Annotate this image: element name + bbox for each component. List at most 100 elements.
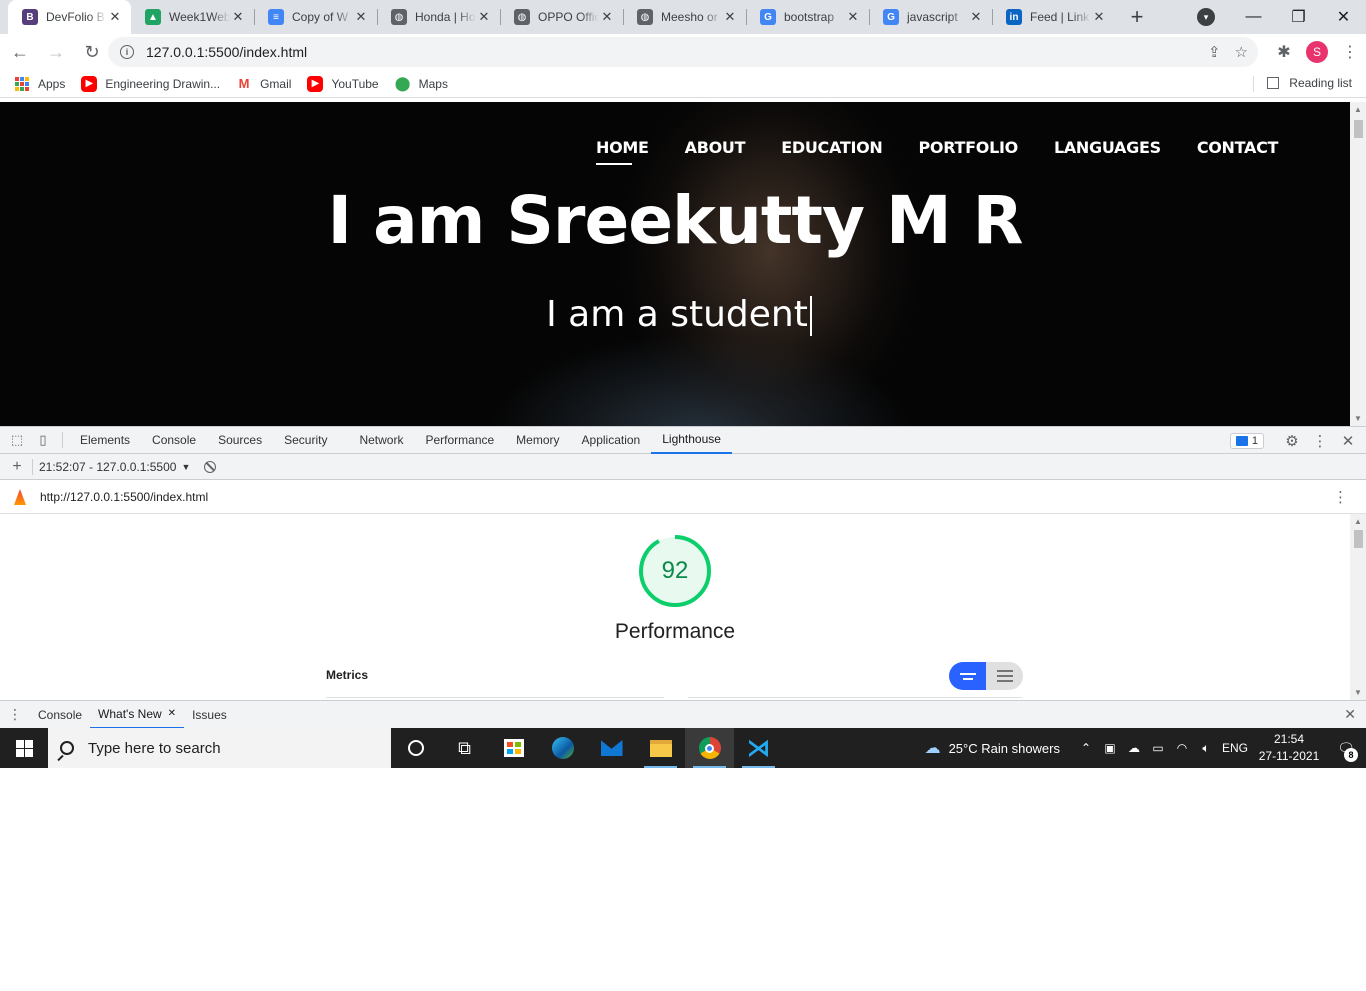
close-tab-icon[interactable]: ✕	[230, 9, 246, 25]
report-url[interactable]: http://127.0.0.1:5500/index.html	[40, 490, 208, 504]
scroll-thumb[interactable]	[1354, 530, 1363, 548]
edge-icon[interactable]	[538, 728, 587, 768]
onedrive-icon[interactable]: ☁	[1122, 741, 1146, 755]
task-view-icon[interactable]: ⧉	[440, 728, 489, 768]
drawer-tab-console[interactable]: Console	[30, 701, 90, 729]
new-report-icon[interactable]: +	[4, 453, 30, 481]
bookmark-apps[interactable]: Apps	[14, 76, 65, 92]
scroll-thumb[interactable]	[1354, 120, 1363, 138]
inspect-element-icon[interactable]: ⬚	[4, 426, 30, 454]
weather-widget[interactable]: ☁ 25°C Rain showers	[925, 738, 1060, 758]
bookmark-star-icon[interactable]: ☆	[1235, 43, 1248, 61]
browser-tab[interactable]: ▲ Week1Web ✕	[131, 0, 254, 34]
devtools-tab-performance[interactable]: Performance	[414, 426, 505, 454]
close-drawer-icon[interactable]: ✕	[1344, 706, 1356, 723]
bookmark-maps[interactable]: ⬤ Maps	[395, 75, 448, 92]
cortana-icon[interactable]	[391, 728, 440, 768]
nav-link-portfolio[interactable]: PORTFOLIO	[919, 138, 1019, 157]
devtools-tab-network[interactable]: Network	[348, 426, 414, 454]
extensions-icon[interactable]: ✱	[1268, 42, 1300, 62]
address-bar[interactable]: i 127.0.0.1:5500/index.html ⇪ ☆	[108, 37, 1258, 67]
browser-menu-icon[interactable]: ⋮	[1334, 42, 1366, 62]
devtools-tab-console[interactable]: Console	[141, 426, 207, 454]
issues-badge[interactable]: 1	[1229, 433, 1264, 449]
browser-tab[interactable]: ◍ OPPO Offic ✕	[500, 0, 623, 34]
page-scrollbar[interactable]: ▲ ▼	[1350, 102, 1366, 426]
close-tab-icon[interactable]: ✕	[107, 9, 123, 25]
devtools-tab-application[interactable]: Application	[571, 426, 652, 454]
close-tab-icon[interactable]: ✕	[968, 9, 984, 25]
file-explorer-icon[interactable]	[636, 728, 685, 768]
scroll-down-icon[interactable]: ▼	[1354, 688, 1362, 697]
browser-tab[interactable]: ◍ Meesho or ✕	[623, 0, 746, 34]
bookmark-gmail[interactable]: M Gmail	[236, 76, 292, 92]
expanded-view-icon[interactable]	[986, 662, 1023, 690]
nav-link-contact[interactable]: CONTACT	[1197, 138, 1279, 157]
taskbar-search[interactable]: Type here to search	[48, 728, 391, 768]
close-tab-icon[interactable]: ✕	[845, 9, 861, 25]
close-tab-icon[interactable]: ✕	[476, 9, 492, 25]
close-tab-icon[interactable]: ✕	[168, 708, 176, 719]
site-info-icon[interactable]: i	[120, 45, 134, 59]
scroll-up-icon[interactable]: ▲	[1354, 105, 1362, 114]
forward-icon[interactable]: →	[40, 36, 72, 68]
minimize-icon[interactable]: —	[1231, 8, 1276, 26]
drawer-menu-icon[interactable]: ⋮	[0, 706, 30, 723]
chevron-up-icon[interactable]: ⌃	[1074, 741, 1098, 755]
close-tab-icon[interactable]: ✕	[599, 9, 615, 25]
devtools-menu-icon[interactable]: ⋮	[1306, 432, 1334, 450]
devtools-tab-memory[interactable]: Memory	[505, 426, 570, 454]
battery-icon[interactable]: ▭	[1146, 741, 1170, 755]
nav-link-languages[interactable]: LANGUAGES	[1054, 138, 1161, 157]
tab-search-icon[interactable]: ▾	[1197, 8, 1215, 26]
browser-tab[interactable]: Gjavascript ✕	[869, 0, 992, 34]
settings-gear-icon[interactable]: ⚙	[1278, 432, 1306, 450]
reload-icon[interactable]: ↻	[76, 36, 108, 68]
report-scrollbar[interactable]: ▲ ▼	[1350, 514, 1366, 700]
drawer-tab-what-s-new[interactable]: What's New ✕	[90, 701, 185, 729]
wifi-icon[interactable]: ◠	[1170, 741, 1194, 755]
report-select[interactable]: 21:52:07 - 127.0.0.1:5500 ▼	[39, 460, 190, 474]
scroll-up-icon[interactable]: ▲	[1354, 517, 1362, 526]
browser-tab[interactable]: Gbootstrap ✕	[746, 0, 869, 34]
language-indicator[interactable]: ENG	[1218, 741, 1252, 755]
bookmark-youtube[interactable]: ▶ YouTube	[307, 75, 379, 92]
drawer-tab-issues[interactable]: Issues	[184, 701, 235, 729]
browser-tab[interactable]: B DevFolio B ✕	[8, 0, 131, 34]
close-tab-icon[interactable]: ✕	[353, 9, 369, 25]
new-tab-button[interactable]: +	[1119, 0, 1155, 34]
profile-avatar[interactable]: S	[1306, 41, 1328, 63]
close-window-icon[interactable]: ✕	[1321, 7, 1366, 27]
close-devtools-icon[interactable]: ✕	[1334, 432, 1362, 450]
bookmark-engineering-drawing[interactable]: ▶ Engineering Drawin...	[81, 75, 220, 92]
close-tab-icon[interactable]: ✕	[722, 9, 738, 25]
devtools-tab-elements[interactable]: Elements	[69, 426, 141, 454]
nav-link-education[interactable]: EDUCATION	[781, 138, 883, 157]
browser-tab[interactable]: ≡ Copy of W ✕	[254, 0, 377, 34]
start-button[interactable]	[0, 728, 48, 768]
notification-center-icon[interactable]: 🗨︎ 8	[1326, 728, 1366, 768]
report-menu-icon[interactable]: ⋮	[1333, 488, 1348, 506]
metrics-view-toggle[interactable]	[949, 662, 1023, 690]
scroll-down-icon[interactable]: ▼	[1354, 414, 1362, 423]
clock[interactable]: 21:54 27-11-2021	[1252, 731, 1326, 765]
restore-icon[interactable]: ❐	[1276, 7, 1321, 27]
browser-tab[interactable]: ◍ Honda | Ho ✕	[377, 0, 500, 34]
back-icon[interactable]: ←	[4, 36, 36, 68]
url-text[interactable]: 127.0.0.1:5500/index.html	[146, 44, 307, 60]
devtools-tab-security[interactable]: Security	[273, 426, 338, 454]
volume-icon[interactable]: 🔈︎	[1194, 741, 1218, 756]
store-icon[interactable]	[489, 728, 538, 768]
clear-reports-icon[interactable]	[204, 460, 217, 473]
mail-icon[interactable]	[587, 728, 636, 768]
devtools-tab-lighthouse[interactable]: Lighthouse	[651, 426, 732, 454]
device-toolbar-icon[interactable]: ▯	[30, 426, 56, 454]
close-tab-icon[interactable]: ✕	[1091, 9, 1107, 25]
browser-tab[interactable]: in Feed | Link ✕	[992, 0, 1115, 34]
collapsed-view-icon[interactable]	[949, 662, 986, 690]
vscode-icon[interactable]: ⋊	[734, 728, 783, 768]
reading-list-button[interactable]: Reading list	[1267, 76, 1352, 90]
share-icon[interactable]: ⇪	[1208, 43, 1221, 61]
nav-link-home[interactable]: HOME	[596, 138, 649, 165]
meet-now-icon[interactable]: ▣	[1098, 741, 1122, 755]
